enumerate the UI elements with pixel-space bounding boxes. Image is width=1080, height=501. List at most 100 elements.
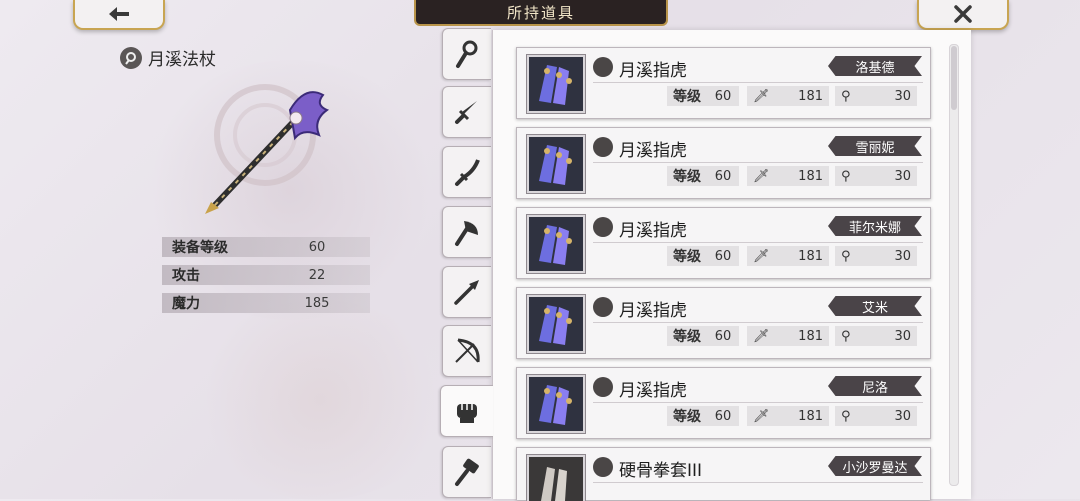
- tab-katana[interactable]: [442, 146, 491, 198]
- level-label: 等级: [673, 249, 701, 265]
- fist-icon: [457, 404, 477, 423]
- item-name: 月溪指虎: [619, 221, 687, 241]
- selected-item-title: 月溪法杖: [120, 45, 216, 70]
- attack-box: 🗡 181: [747, 86, 829, 106]
- fist-category-icon: [593, 57, 613, 77]
- list-scrollbar[interactable]: [949, 44, 959, 486]
- attack-box: 🗡 181: [747, 166, 829, 186]
- wand-small-icon: ⚲: [841, 248, 851, 264]
- level-label: 等级: [673, 329, 701, 345]
- sword-small-icon: 🗡: [753, 88, 770, 104]
- close-button[interactable]: [917, 0, 1009, 30]
- owner-tag: 艾米: [828, 296, 922, 316]
- sword-small-icon: 🗡: [753, 408, 770, 424]
- level-box: 等级 60: [667, 166, 739, 186]
- list-item[interactable]: 月溪指虎 雪丽妮 等级 60 🗡 181 ⚲ 30: [516, 127, 931, 199]
- knuckle-thumbnail: [527, 295, 585, 353]
- staff-icon: [456, 40, 478, 68]
- magic-value: 30: [894, 168, 911, 184]
- fist-category-icon: [593, 297, 613, 317]
- attack-value: 181: [798, 328, 823, 344]
- moon-staff-image: [205, 84, 330, 214]
- stat-label: 魔力: [172, 296, 200, 312]
- owner-tag: 尼洛: [828, 376, 922, 396]
- stat-label: 装备等级: [172, 240, 228, 256]
- stat-row-attack: 攻击 22: [162, 265, 370, 285]
- list-item[interactable]: 硬骨拳套III 小沙罗曼达: [516, 447, 931, 501]
- spear-icon: [454, 280, 479, 305]
- magic-box: ⚲ 30: [835, 326, 917, 346]
- level-value: 60: [714, 328, 732, 344]
- bow-icon: [455, 338, 480, 363]
- attack-value: 181: [798, 408, 823, 424]
- attack-box: 🗡 181: [747, 406, 829, 426]
- background-decoration: [190, 300, 450, 500]
- knuckle-thumbnail: [527, 135, 585, 193]
- knuckle-thumbnail: [527, 215, 585, 273]
- stat-label: 攻击: [172, 268, 200, 284]
- staff-category-icon: [120, 46, 142, 69]
- page-title: 所持道具: [414, 0, 668, 26]
- level-value: 60: [714, 248, 732, 264]
- tab-fist[interactable]: [440, 385, 493, 437]
- sword-small-icon: 🗡: [753, 248, 770, 264]
- card-divider: [593, 322, 923, 323]
- card-divider: [593, 402, 923, 403]
- list-item[interactable]: 月溪指虎 洛基德 等级 60 🗡 181 ⚲ 30: [516, 47, 931, 119]
- sword-icon: [455, 101, 477, 124]
- card-divider: [593, 482, 923, 483]
- level-value: 60: [714, 408, 732, 424]
- stat-value: 60: [308, 239, 326, 255]
- stat-row-level: 装备等级 60: [162, 237, 370, 257]
- fist-category-icon: [593, 137, 613, 157]
- magic-box: ⚲ 30: [835, 406, 917, 426]
- back-button[interactable]: [73, 0, 165, 30]
- owner-tag: 洛基德: [828, 56, 922, 76]
- stat-value: 185: [304, 295, 330, 311]
- sword-small-icon: 🗡: [753, 168, 770, 184]
- magic-box: ⚲ 30: [835, 166, 917, 186]
- card-divider: [593, 82, 923, 83]
- fist-category-icon: [593, 217, 613, 237]
- tab-sword[interactable]: [442, 86, 491, 138]
- item-name: 月溪指虎: [619, 61, 687, 81]
- katana-icon: [455, 159, 480, 186]
- level-box: 等级 60: [667, 246, 739, 266]
- wand-small-icon: ⚲: [841, 88, 851, 104]
- selected-item-name: 月溪法杖: [148, 50, 216, 70]
- attack-value: 181: [798, 248, 823, 264]
- tab-bow[interactable]: [442, 325, 491, 377]
- magic-box: ⚲ 30: [835, 246, 917, 266]
- hammer-icon: [455, 458, 479, 486]
- card-divider: [593, 242, 923, 243]
- level-label: 等级: [673, 409, 701, 425]
- tab-axe[interactable]: [442, 206, 491, 258]
- level-value: 60: [714, 168, 732, 184]
- item-name: 月溪指虎: [619, 381, 687, 401]
- list-item[interactable]: 月溪指虎 艾米 等级 60 🗡 181 ⚲ 30: [516, 287, 931, 359]
- magic-value: 30: [894, 328, 911, 344]
- level-box: 等级 60: [667, 86, 739, 106]
- axe-icon: [455, 221, 478, 246]
- magic-value: 30: [894, 88, 911, 104]
- list-item[interactable]: 月溪指虎 尼洛 等级 60 🗡 181 ⚲ 30: [516, 367, 931, 439]
- wand-small-icon: ⚲: [841, 328, 851, 344]
- wand-small-icon: ⚲: [841, 408, 851, 424]
- tab-hammer[interactable]: [442, 446, 491, 498]
- stat-row-magic: 魔力 185: [162, 293, 370, 313]
- tab-staff[interactable]: [442, 28, 491, 80]
- knuckle-thumbnail: [527, 55, 585, 113]
- tab-spear[interactable]: [442, 266, 491, 318]
- level-label: 等级: [673, 89, 701, 105]
- level-box: 等级 60: [667, 406, 739, 426]
- magic-box: ⚲ 30: [835, 86, 917, 106]
- item-name: 月溪指虎: [619, 301, 687, 321]
- level-value: 60: [714, 88, 732, 104]
- scrollbar-thumb[interactable]: [951, 46, 957, 110]
- close-x-icon: [954, 5, 972, 23]
- list-item[interactable]: 月溪指虎 菲尔米娜 等级 60 🗡 181 ⚲ 30: [516, 207, 931, 279]
- magic-value: 30: [894, 248, 911, 264]
- stat-value: 22: [308, 267, 326, 283]
- fist-category-icon: [593, 377, 613, 397]
- arrow-left-icon: [109, 7, 129, 21]
